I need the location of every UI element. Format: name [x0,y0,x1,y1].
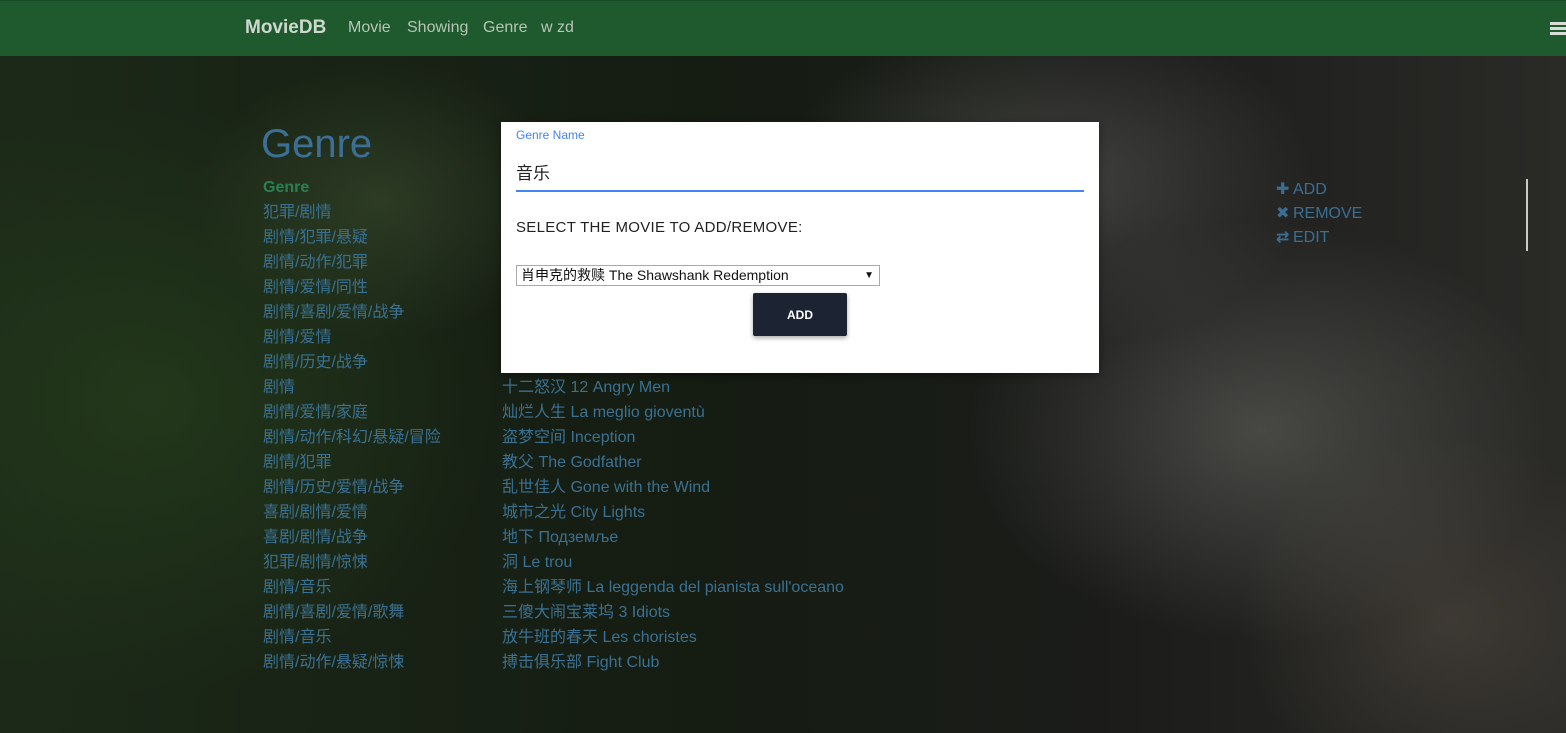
genre-item[interactable]: 喜剧/剧情/战争 [263,528,493,553]
movie-item[interactable]: 灿烂人生 La meglio gioventù [502,403,922,428]
movie-list: 十二怒汉 12 Angry Men 灿烂人生 La meglio giovent… [502,378,922,678]
genre-item[interactable]: 犯罪/剧情/惊悚 [263,553,493,578]
movie-select[interactable]: 肖申克的救赎 The Shawshank Redemption ▼ [516,265,880,286]
nav-showing[interactable]: Showing [407,19,468,37]
movie-item[interactable]: 搏击俱乐部 Fight Club [502,653,922,678]
movie-item[interactable]: 放牛班的春天 Les choristes [502,628,922,653]
genre-item[interactable]: 剧情/动作/悬疑/惊悚 [263,653,493,678]
genre-item[interactable]: 剧情 [263,378,493,403]
dropdown-arrow-icon: ▼ [864,270,874,281]
nav-user[interactable]: w zd [541,19,574,37]
movie-item[interactable]: 城市之光 City Lights [502,503,922,528]
movie-item[interactable]: 洞 Le trou [502,553,922,578]
nav-genre[interactable]: Genre [483,19,527,37]
movie-item[interactable]: 乱世佳人 Gone with the Wind [502,478,922,503]
add-action-label: ADD [1293,181,1327,198]
genre-item[interactable]: 剧情/喜剧/爱情/战争 [263,303,493,328]
genre-list-header: Genre [263,179,310,196]
page-title: Genre [261,122,373,166]
plus-icon: ✚ [1276,181,1290,198]
select-movie-label: SELECT THE MOVIE TO ADD/REMOVE: [516,219,803,236]
add-action[interactable]: ✚ ADD [1276,180,1362,204]
movie-item[interactable]: 十二怒汉 12 Angry Men [502,378,922,403]
brand-logo[interactable]: MovieDB [245,17,326,39]
modal-add-button[interactable]: ADD [753,293,847,336]
hamburger-icon[interactable] [1550,22,1566,36]
genre-list: Genre 犯罪/剧情 剧情/犯罪/悬疑 剧情/动作/犯罪 剧情/爱情/同性 剧… [263,178,493,678]
nav-movie[interactable]: Movie [348,19,391,37]
edit-action[interactable]: ⇄ EDIT [1276,228,1362,252]
movie-item[interactable]: 海上钢琴师 La leggenda del pianista sull'ocea… [502,578,922,603]
movie-item[interactable]: 三傻大闹宝莱坞 3 Idiots [502,603,922,628]
genre-actions: ✚ ADD ✖ REMOVE ⇄ EDIT [1276,180,1362,252]
genre-item[interactable]: 剧情/犯罪/悬疑 [263,228,493,253]
genre-name-label: Genre Name [516,128,585,142]
genre-modal: Genre Name SELECT THE MOVIE TO ADD/REMOV… [501,122,1099,373]
movie-item[interactable]: 教父 The Godfather [502,453,922,478]
genre-item[interactable]: 剧情/音乐 [263,628,493,653]
edit-action-label: EDIT [1293,229,1330,246]
genre-item[interactable]: 剧情/爱情/同性 [263,278,493,303]
genre-name-input[interactable] [516,152,1084,192]
genre-item[interactable]: 犯罪/剧情 [263,203,493,228]
genre-item[interactable]: 剧情/喜剧/爱情/歌舞 [263,603,493,628]
remove-action[interactable]: ✖ REMOVE [1276,204,1362,228]
movie-select-value: 肖申克的救赎 The Shawshank Redemption [521,267,789,283]
scrollbar-divider [1526,179,1528,251]
genre-item[interactable]: 剧情/犯罪 [263,453,493,478]
genre-item[interactable]: 喜剧/剧情/爱情 [263,503,493,528]
genre-item[interactable]: 剧情/动作/科幻/悬疑/冒险 [263,428,493,453]
swap-arrows-icon: ⇄ [1276,229,1290,246]
genre-item[interactable]: 剧情/爱情/家庭 [263,403,493,428]
movie-item[interactable]: 盗梦空间 Inception [502,428,922,453]
genre-item[interactable]: 剧情/历史/爱情/战争 [263,478,493,503]
top-navbar: MovieDB Movie Showing Genre w zd [0,0,1566,56]
genre-item[interactable]: 剧情/动作/犯罪 [263,253,493,278]
genre-item[interactable]: 剧情/爱情 [263,328,493,353]
genre-item[interactable]: 剧情/音乐 [263,578,493,603]
close-icon: ✖ [1276,205,1290,222]
remove-action-label: REMOVE [1293,205,1363,222]
movie-item[interactable]: 地下 Подземље [502,528,922,553]
genre-item[interactable]: 剧情/历史/战争 [263,353,493,378]
